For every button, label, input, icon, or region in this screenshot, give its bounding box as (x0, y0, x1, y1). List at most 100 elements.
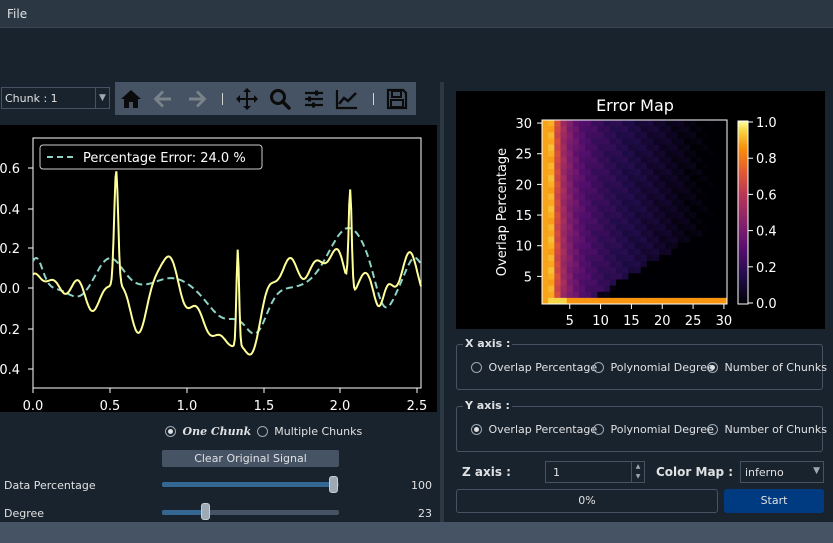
degree-value: 23 (418, 507, 432, 520)
heatmap-cell (677, 261, 685, 268)
heatmap-cell (616, 138, 623, 145)
heatmap-cell (640, 199, 648, 207)
radio-y-overlap[interactable] (471, 423, 482, 435)
heatmap-cell (702, 193, 709, 201)
y-tick-label: 0.4 (0, 363, 20, 378)
heatmap-cell (579, 279, 586, 286)
x-option-overlap[interactable]: Overlap Percentage (471, 360, 597, 374)
chevron-down-icon[interactable]: ▼ (95, 88, 109, 108)
heatmap-cell (665, 224, 672, 231)
y-option-chunks[interactable]: Number of Chunks (707, 422, 827, 436)
heatmap-cell (671, 120, 679, 127)
edit-axis-curves-icon[interactable] (335, 87, 359, 111)
heatmap-cell (640, 150, 648, 158)
chevron-down-icon[interactable]: ▼ (813, 466, 820, 476)
y-option-overlap[interactable]: Overlap Percentage (471, 422, 597, 436)
x-tick-label: 1.0 (177, 399, 198, 412)
heatmap-cell (659, 285, 666, 293)
heatmap-cell (671, 156, 679, 164)
multiple-chunks-option[interactable]: Multiple Chunks (256, 424, 362, 438)
heatmap-cell (616, 205, 623, 213)
heatmap-cell (622, 230, 629, 237)
heatmap-cell (708, 144, 716, 152)
heatmap-cell (659, 297, 666, 305)
heatmap-cell (560, 224, 568, 231)
signal-plot[interactable]: 0.0 0.5 1.0 1.5 2.0 2.5 0.6 0.4 0.2 0.0 0.2 0.4 Per… (0, 125, 437, 414)
heatmap-cell (690, 261, 697, 268)
heatmap-cell (579, 138, 586, 145)
heatmap-cell (646, 279, 654, 286)
start-button[interactable]: Start (724, 489, 824, 513)
heatmap-cell (622, 273, 629, 280)
radio-one-chunk[interactable] (165, 425, 176, 437)
heatmap-cell (566, 224, 574, 231)
heatmap-cell (690, 254, 697, 262)
x-option-polynomial[interactable]: Polynomial Degree (593, 360, 714, 374)
forward-arrow-icon[interactable] (185, 87, 209, 111)
heatmap-cell (554, 126, 561, 133)
spin-arrows-icon[interactable]: ▲ ▼ (631, 462, 644, 482)
heatmap-cell (671, 162, 679, 170)
heatmap-cell (548, 150, 555, 158)
heatmap-cell (665, 138, 672, 145)
heatmap-cell (665, 285, 672, 293)
pan-move-icon[interactable] (235, 87, 259, 111)
radio-x-chunks[interactable] (707, 361, 718, 373)
heatmap-cell (677, 181, 685, 188)
heatmap-cell (548, 199, 555, 207)
heatmap-cell (616, 291, 623, 299)
x-tick-label: 5 (566, 314, 574, 329)
heatmap-cell (572, 248, 580, 256)
home-icon[interactable] (119, 87, 143, 111)
heatmap-cell (560, 236, 568, 244)
heatmap-cell (579, 291, 586, 299)
radio-x-polynomial[interactable] (593, 361, 604, 373)
x-option-chunks[interactable]: Number of Chunks (707, 360, 827, 374)
heatmap-cell (690, 267, 697, 274)
radio-x-overlap[interactable] (471, 361, 482, 373)
splitter-handle[interactable] (440, 82, 444, 522)
heatmap-cell (572, 150, 580, 158)
heatmap-cell (628, 267, 635, 274)
heatmap-cell (597, 273, 605, 280)
zoom-magnifier-icon[interactable] (268, 87, 292, 111)
one-chunk-option[interactable]: One Chunk (165, 424, 255, 438)
heatmap-cell (579, 212, 586, 219)
heatmap-cell (702, 156, 709, 164)
heatmap-cell (616, 267, 623, 274)
color-map-value: inferno (745, 466, 784, 479)
heatmap-cell (542, 218, 549, 225)
error-map-plot[interactable]: Error Map 5 10 15 20 25 30 30 25 20 15 10 5 Overlap… (456, 91, 825, 329)
heatmap-cell (597, 193, 605, 201)
heatmap-cell (690, 297, 697, 305)
clear-original-signal-button[interactable]: Clear Original Signal (162, 450, 339, 467)
radio-multiple-chunks[interactable] (256, 425, 268, 437)
toolbar-separator (373, 93, 374, 105)
back-arrow-icon[interactable] (151, 87, 175, 111)
heatmap-cell (628, 212, 635, 219)
y-axis-title: Y axis : (463, 399, 512, 412)
heatmap-cell (628, 230, 635, 237)
heatmap-cell (609, 144, 617, 152)
y-option-polynomial[interactable]: Polynomial Degree (593, 422, 714, 436)
radio-y-chunks[interactable] (707, 423, 718, 435)
heatmap-cell (628, 279, 635, 286)
color-map-select[interactable]: inferno ▼ (740, 461, 824, 483)
radio-y-polynomial[interactable] (593, 423, 604, 435)
heatmap-cell (597, 248, 605, 256)
z-axis-spinbox[interactable]: 1 ▲ ▼ (545, 461, 645, 483)
menu-file[interactable]: File (7, 7, 27, 21)
heatmap-cell (696, 261, 703, 268)
heatmap-cell (696, 254, 703, 262)
heatmap-cell (542, 156, 549, 164)
heatmap-cell (696, 156, 703, 164)
heatmap-cell (585, 267, 592, 274)
heatmap-cell (579, 132, 586, 139)
configure-subplots-icon[interactable] (302, 87, 326, 111)
heatmap-cell (579, 187, 586, 194)
chunk-select[interactable]: Chunk : 1 ▼ (1, 87, 110, 109)
heatmap-cell (628, 126, 635, 133)
heatmap-cell (579, 156, 586, 164)
save-floppy-icon[interactable] (385, 87, 409, 111)
heatmap-cell (659, 212, 666, 219)
